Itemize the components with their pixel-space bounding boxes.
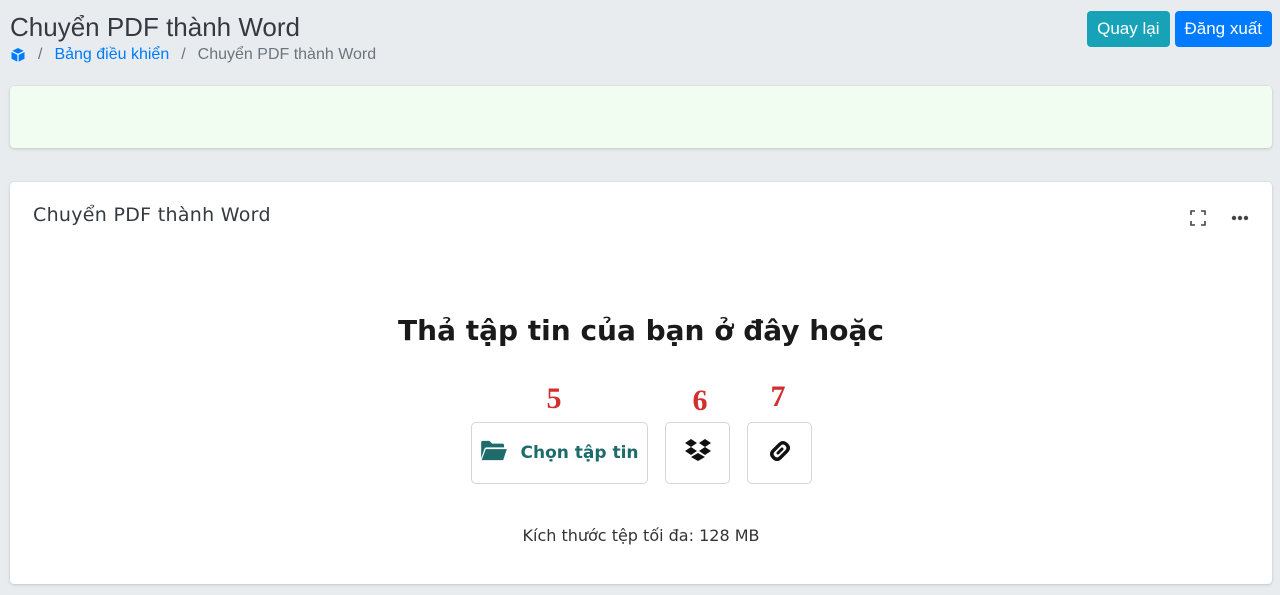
page-header: Chuyển PDF thành Word / Bảng điều khiển …: [10, 10, 1272, 70]
breadcrumb: / Bảng điều khiển / Chuyển PDF thành Wor…: [10, 46, 376, 64]
header-actions: Quay lại Đăng xuất: [1087, 11, 1272, 47]
breadcrumb-current: Chuyển PDF thành Word: [197, 46, 377, 63]
choose-file-button[interactable]: Chọn tập tin: [471, 422, 648, 484]
folder-open-icon: [480, 440, 508, 467]
url-link-button[interactable]: [747, 422, 812, 484]
max-file-size-text: Kích thước tệp tối đa: 128 MB: [522, 526, 760, 545]
choose-file-label: Chọn tập tin: [520, 443, 639, 463]
page-title: Chuyển PDF thành Word: [10, 12, 300, 42]
expand-icon[interactable]: [1188, 208, 1208, 228]
alert-box: [10, 86, 1272, 148]
annotation-number: 6: [692, 384, 708, 417]
annotation-number: 7: [770, 380, 786, 413]
dropbox-icon: [684, 438, 712, 469]
breadcrumb-link-dashboard[interactable]: Bảng điều khiển: [54, 46, 169, 64]
breadcrumb-separator: /: [181, 46, 186, 63]
card-tools: [1188, 208, 1250, 228]
card-title: Chuyển PDF thành Word: [33, 204, 271, 226]
more-icon[interactable]: [1230, 208, 1250, 228]
back-button[interactable]: Quay lại: [1087, 11, 1170, 47]
breadcrumb-separator: /: [38, 46, 43, 63]
drop-zone-heading: Thả tập tin của bạn ở đây hoặc: [398, 314, 884, 347]
annotation-number: 5: [546, 382, 562, 415]
dropbox-button[interactable]: [665, 422, 730, 484]
cube-icon[interactable]: [10, 47, 26, 63]
converter-card: Chuyển PDF thành Word Thả tập tin của bạ…: [10, 182, 1272, 584]
link-icon: [766, 437, 794, 470]
logout-button[interactable]: Đăng xuất: [1174, 11, 1272, 47]
